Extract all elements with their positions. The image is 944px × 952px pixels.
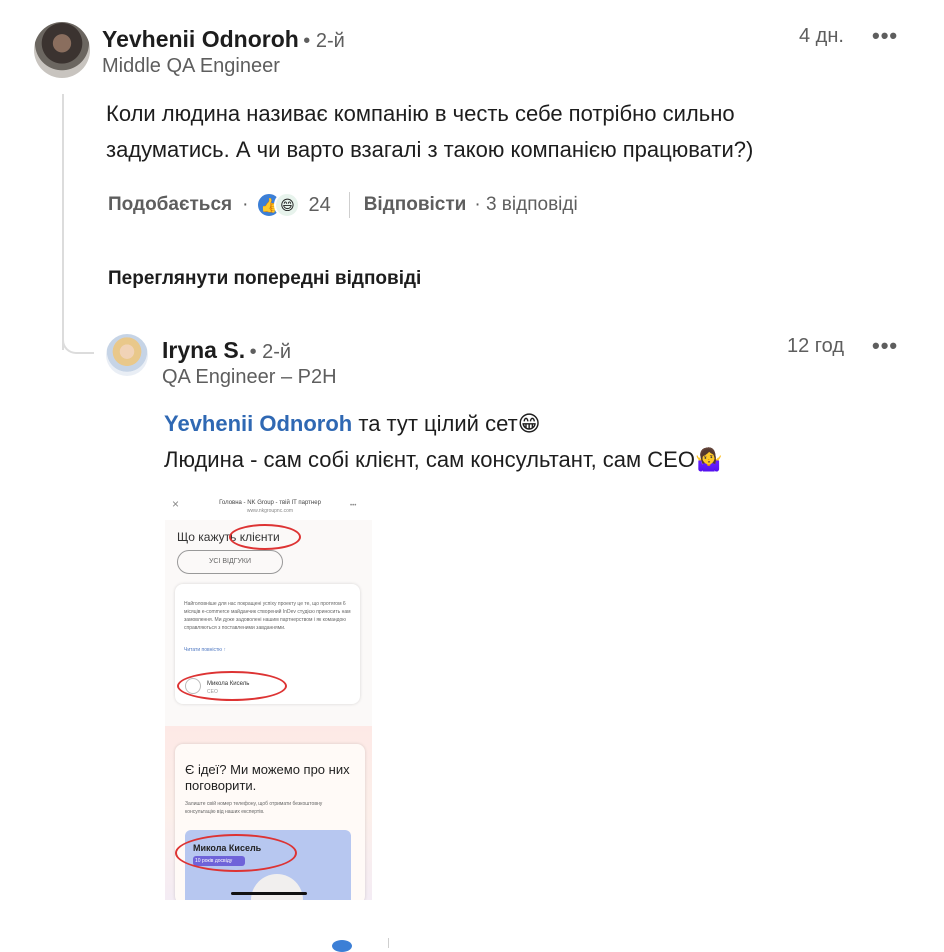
reply-header: Iryna S. • 2-й bbox=[162, 337, 291, 364]
reply-time: 12 год bbox=[787, 335, 845, 357]
reply-text-rest: та тут цілий сет😁 bbox=[352, 411, 541, 436]
reply-button[interactable]: Відповісти bbox=[364, 194, 467, 216]
connection-degree: • 2-й bbox=[303, 30, 345, 52]
reaction-count[interactable]: 24 bbox=[308, 194, 330, 217]
reactions[interactable]: 👍 😄 bbox=[256, 192, 301, 218]
thread-line bbox=[62, 94, 64, 350]
all-reviews-label: УСІ ВІДГУКИ bbox=[208, 558, 252, 565]
comment-text-line: задуматись. А чи варто взагалі з такою к… bbox=[106, 137, 754, 162]
reply-text-line: Yevhenii Odnoroh та тут цілий сет😁 bbox=[164, 406, 904, 442]
comment-text: Коли людина називає компанію в честь себ… bbox=[106, 96, 906, 168]
browser-url: www.nkgroupnc.com bbox=[246, 508, 294, 514]
more-options-icon[interactable]: ••• bbox=[872, 23, 898, 49]
reply-author-avatar[interactable] bbox=[106, 334, 148, 376]
comment-time: 4 дн. bbox=[799, 25, 844, 47]
review-text: Найголовніше для нас покращені успіху пр… bbox=[184, 601, 351, 631]
reply-text-line: Людина - сам собі клієнт, сам консультан… bbox=[164, 447, 723, 472]
read-more-link: Читати повністю ↑ bbox=[184, 647, 226, 653]
home-indicator bbox=[231, 892, 307, 895]
comment-text-line: Коли людина називає компанію в честь себ… bbox=[106, 101, 735, 126]
cta-title: Є ідеї? Ми можемо про них поговорити. bbox=[185, 762, 350, 793]
reply-author-name[interactable]: Iryna S. bbox=[162, 337, 245, 363]
attached-image[interactable]: × Головна - NK Group - твій IT партнер w… bbox=[165, 494, 372, 900]
author-avatar[interactable] bbox=[34, 22, 90, 78]
separator-dot: · bbox=[242, 194, 249, 215]
close-icon: × bbox=[172, 497, 180, 511]
mention-link[interactable]: Yevhenii Odnoroh bbox=[164, 411, 352, 436]
funny-reaction-icon: 😄 bbox=[274, 192, 301, 218]
like-reaction-icon bbox=[332, 940, 352, 952]
comment-header: Yevhenii Odnoroh • 2-й bbox=[102, 26, 345, 53]
highlight-circle bbox=[229, 524, 301, 550]
author-name[interactable]: Yevhenii Odnoroh bbox=[102, 26, 299, 52]
author-title: Middle QA Engineer bbox=[102, 55, 280, 77]
reply-text: Yevhenii Odnoroh та тут цілий сет😁 Людин… bbox=[164, 406, 904, 478]
reply-more-options-icon[interactable]: ••• bbox=[872, 333, 898, 359]
browser-more-icon: ••• bbox=[350, 503, 357, 509]
reply-connection-degree: • 2-й bbox=[249, 341, 292, 363]
view-previous-replies-link[interactable]: Переглянути попередні відповіді bbox=[108, 268, 421, 290]
cta-text: Залиште свій номер телефону, щоб отримат… bbox=[185, 801, 323, 815]
divider bbox=[348, 192, 350, 218]
highlight-circle bbox=[177, 671, 287, 701]
reply-author-title: QA Engineer – P2H bbox=[162, 366, 337, 388]
divider bbox=[388, 938, 389, 948]
replies-count[interactable]: · 3 відповіді bbox=[474, 194, 577, 216]
like-button[interactable]: Подобається bbox=[108, 194, 232, 216]
comment-actions: Подобається · 👍 😄 24 Відповісти · 3 відп… bbox=[108, 192, 578, 218]
thread-connector bbox=[62, 330, 94, 354]
highlight-circle bbox=[175, 834, 297, 872]
